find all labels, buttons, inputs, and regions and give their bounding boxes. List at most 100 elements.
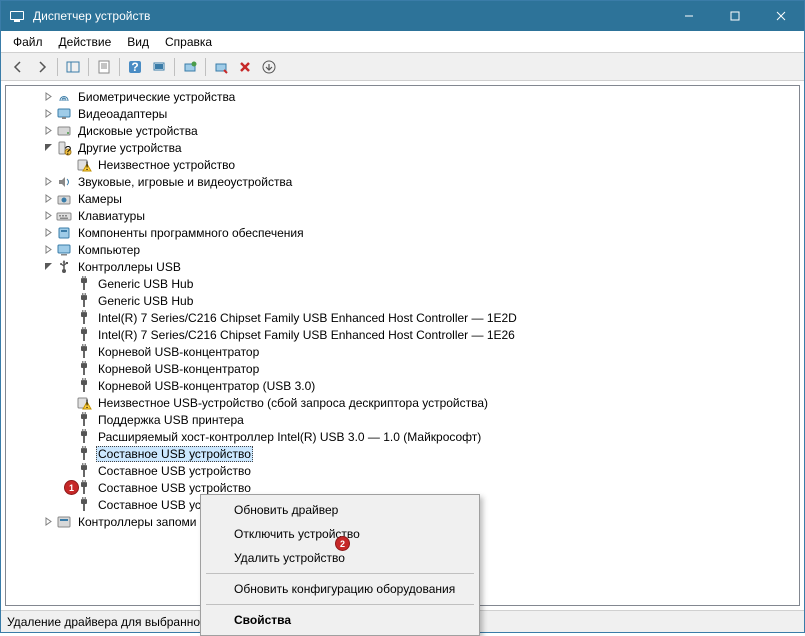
expander-icon[interactable] — [40, 177, 56, 186]
window-title: Диспетчер устройств — [33, 9, 666, 23]
tree-item[interactable]: Составное USB устройство — [6, 445, 799, 462]
tree-item[interactable]: ! Неизвестное USB-устройство (сбой запрос… — [6, 394, 799, 411]
scan-hardware-button[interactable] — [148, 56, 170, 78]
tree-item[interactable]: Компьютер — [6, 241, 799, 258]
tree-item-label: Корневой USB-концентратор — [96, 362, 261, 376]
expander-icon[interactable] — [40, 92, 56, 101]
tree-item[interactable]: Intel(R) 7 Series/C216 Chipset Family US… — [6, 326, 799, 343]
maximize-button[interactable] — [712, 1, 758, 31]
menu-action[interactable]: Действие — [51, 33, 120, 51]
tree-item-label: Поддержка USB принтера — [96, 413, 246, 427]
toolbar-separator — [174, 58, 175, 76]
tree-item[interactable]: Камеры — [6, 190, 799, 207]
expander-icon[interactable] — [40, 211, 56, 220]
tree-item[interactable]: Корневой USB-концентратор — [6, 360, 799, 377]
menu-view[interactable]: Вид — [119, 33, 157, 51]
menu-file[interactable]: Файл — [5, 33, 51, 51]
toolbar-separator — [88, 58, 89, 76]
tree-category[interactable]: ? Другие устройства — [6, 139, 799, 156]
tree-item-label: Клавиатуры — [76, 209, 147, 223]
tree-item[interactable]: Звуковые, игровые и видеоустройства — [6, 173, 799, 190]
keyboard-icon — [56, 208, 72, 224]
properties-button[interactable] — [93, 56, 115, 78]
expander-icon[interactable] — [40, 143, 56, 152]
tree-item[interactable]: Клавиатуры — [6, 207, 799, 224]
tree-category[interactable]: Контроллеры USB — [6, 258, 799, 275]
display-icon — [56, 106, 72, 122]
update-driver-button[interactable] — [179, 56, 201, 78]
close-button[interactable] — [758, 1, 804, 31]
tree-item-label: Корневой USB-концентратор — [96, 345, 261, 359]
tree-item[interactable]: Корневой USB-концентратор (USB 3.0) — [6, 377, 799, 394]
tree-item-label: Другие устройства — [76, 141, 184, 155]
svg-text:!: ! — [85, 159, 88, 173]
uninstall-device-button[interactable] — [234, 56, 256, 78]
expander-icon[interactable] — [40, 245, 56, 254]
plug-icon — [76, 276, 92, 292]
other-icon: ? — [56, 140, 72, 156]
tree-item[interactable]: Компоненты программного обеспечения — [6, 224, 799, 241]
svg-text:?: ? — [65, 143, 72, 156]
tree-item-label: Видеоадаптеры — [76, 107, 169, 121]
tree-item-label: Составное USB устройство — [96, 464, 253, 478]
disable-device-button[interactable] — [210, 56, 232, 78]
app-icon — [9, 8, 25, 24]
expander-icon[interactable] — [40, 228, 56, 237]
tree-item-label: Intel(R) 7 Series/C216 Chipset Family US… — [96, 311, 519, 325]
back-button[interactable] — [7, 56, 29, 78]
tree-item-label: Камеры — [76, 192, 124, 206]
down-arrow-button[interactable] — [258, 56, 280, 78]
forward-button[interactable] — [31, 56, 53, 78]
tree-item[interactable]: Расширяемый хост-контроллер Intel(R) USB… — [6, 428, 799, 445]
menubar: Файл Действие Вид Справка — [1, 31, 804, 53]
annotation-badge-2: 2 — [335, 536, 350, 551]
window-buttons — [666, 1, 804, 31]
context-menu-item[interactable]: Обновить конфигурацию оборудования — [204, 577, 476, 601]
context-menu-separator — [206, 604, 474, 605]
tree-item-label: Расширяемый хост-контроллер Intel(R) USB… — [96, 430, 483, 444]
tree-item-label: Компьютер — [76, 243, 142, 257]
tree-item[interactable]: Составное USB устройство — [6, 462, 799, 479]
tree-item-label: Неизвестное USB-устройство (сбой запроса… — [96, 396, 490, 410]
warn-icon: ! — [76, 157, 92, 173]
context-menu-item[interactable]: Свойства — [204, 608, 476, 632]
biometric-icon — [56, 89, 72, 105]
tree-item[interactable]: Generic USB Hub — [6, 292, 799, 309]
show-hide-tree-button[interactable] — [62, 56, 84, 78]
software-icon — [56, 225, 72, 241]
expander-icon[interactable] — [40, 262, 56, 271]
tree-item-label: Составное USB устройство — [96, 481, 253, 495]
minimize-button[interactable] — [666, 1, 712, 31]
svg-text:!: ! — [85, 397, 88, 411]
camera-icon — [56, 191, 72, 207]
plug-icon — [76, 361, 92, 377]
expander-icon[interactable] — [40, 109, 56, 118]
expander-icon[interactable] — [40, 194, 56, 203]
tree-item-label: Generic USB Hub — [96, 294, 195, 308]
tree-item-label: Звуковые, игровые и видеоустройства — [76, 175, 294, 189]
menu-help[interactable]: Справка — [157, 33, 220, 51]
tree-item-label: Неизвестное устройство — [96, 158, 237, 172]
tree-item-label: Корневой USB-концентратор (USB 3.0) — [96, 379, 317, 393]
plug-icon — [76, 310, 92, 326]
tree-item[interactable]: Корневой USB-концентратор — [6, 343, 799, 360]
plug-icon — [76, 378, 92, 394]
tree-item[interactable]: Видеоадаптеры — [6, 105, 799, 122]
tree-item[interactable]: Биометрические устройства — [6, 88, 799, 105]
toolbar: ? — [1, 53, 804, 81]
expander-icon[interactable] — [40, 517, 56, 526]
tree-item[interactable]: Generic USB Hub — [6, 275, 799, 292]
expander-icon[interactable] — [40, 126, 56, 135]
tree-item[interactable]: ! Неизвестное устройство — [6, 156, 799, 173]
tree-item-label: Контроллеры запоми — [76, 515, 198, 529]
plug-icon — [76, 344, 92, 360]
tree-item[interactable]: Дисковые устройства — [6, 122, 799, 139]
plug-icon — [76, 429, 92, 445]
svg-text:?: ? — [131, 60, 138, 74]
context-menu-item[interactable]: Обновить драйвер — [204, 498, 476, 522]
plug-icon — [76, 497, 92, 513]
help-button[interactable]: ? — [124, 56, 146, 78]
tree-item-label: Дисковые устройства — [76, 124, 200, 138]
tree-item[interactable]: Intel(R) 7 Series/C216 Chipset Family US… — [6, 309, 799, 326]
tree-item[interactable]: Поддержка USB принтера — [6, 411, 799, 428]
